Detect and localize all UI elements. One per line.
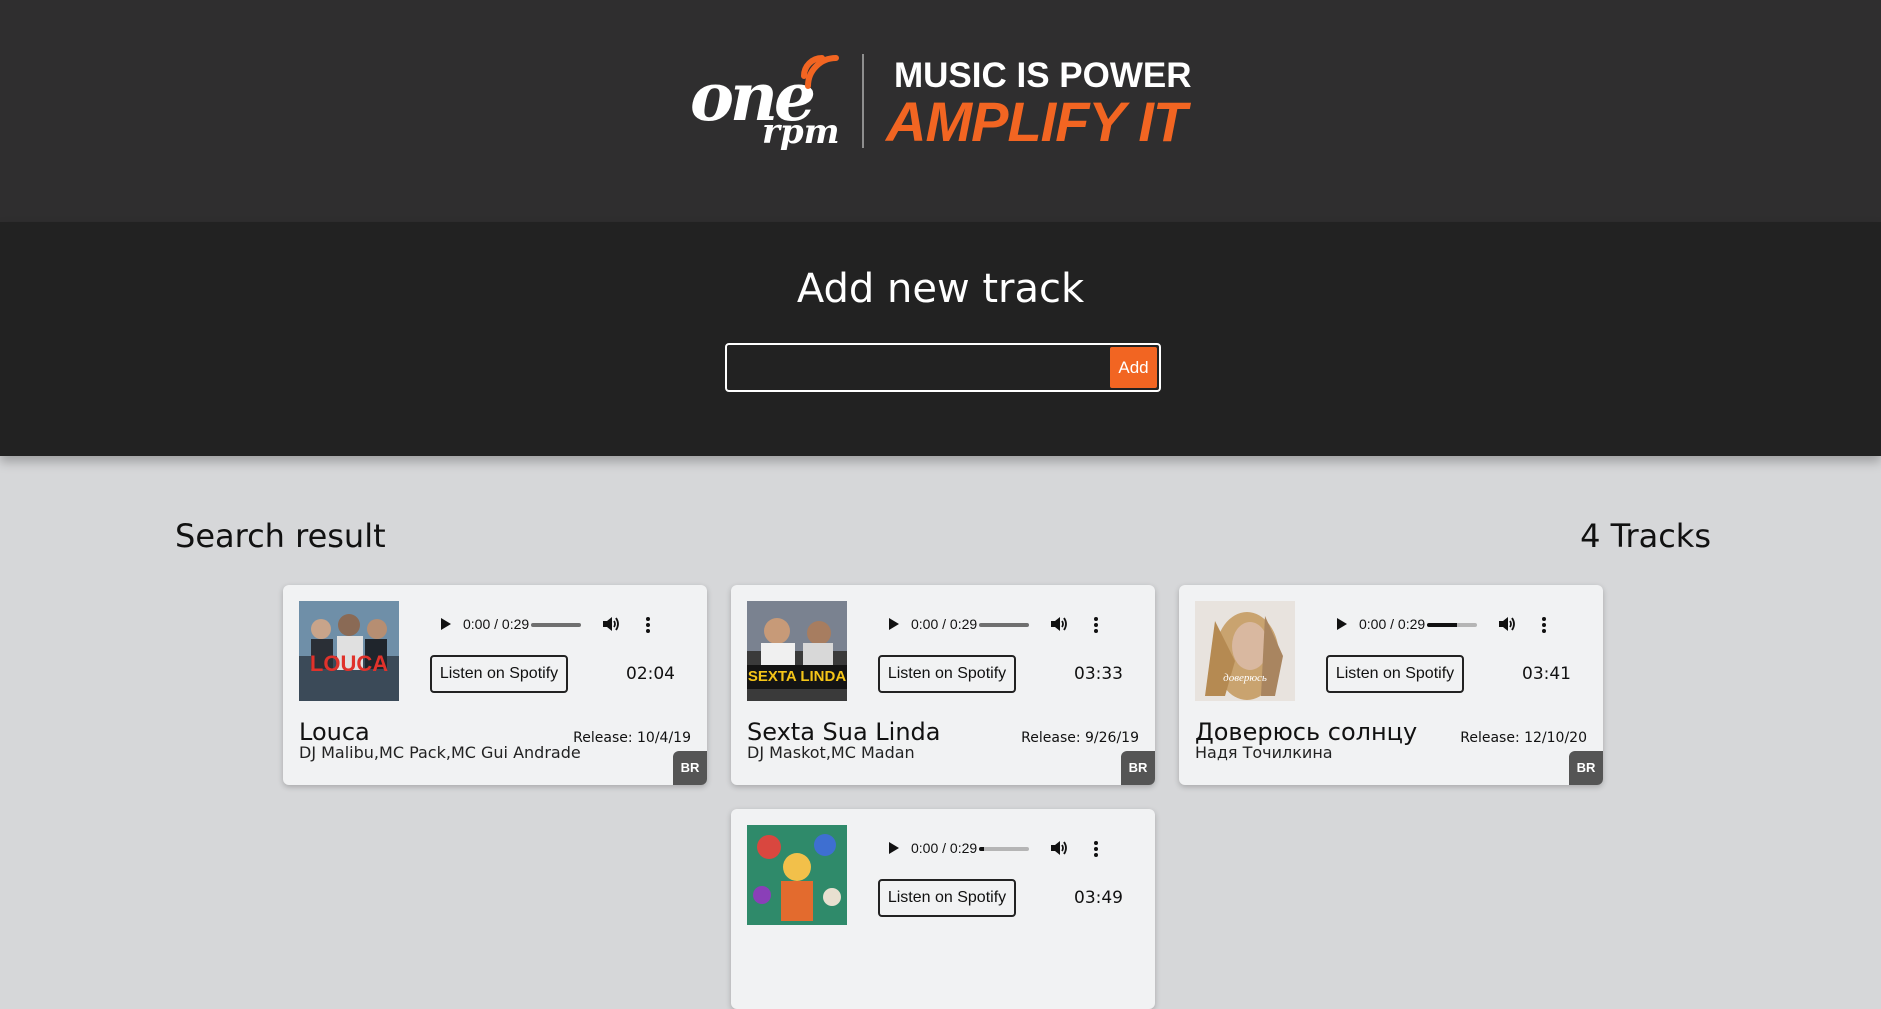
track-title: Louca <box>299 718 370 746</box>
results-count: 4 Tracks <box>1580 517 1711 555</box>
player-time: 0:00 / 0:29 <box>911 616 978 632</box>
track-release-date: Release: 12/10/20 <box>1460 730 1587 746</box>
track-artists: DJ Maskot,MC Madan <box>747 743 915 762</box>
add-track-section: Add new track Add <box>0 222 1881 456</box>
volume-slider-fill <box>1427 623 1457 627</box>
track-title: Доверюсь солнцу <box>1195 718 1418 746</box>
listen-on-spotify-button[interactable]: Listen on Spotify <box>430 655 568 693</box>
volume-slider[interactable] <box>1427 623 1477 627</box>
volume-icon[interactable] <box>1049 614 1069 634</box>
results-title: Search result <box>175 517 386 555</box>
volume-slider[interactable] <box>979 623 1029 627</box>
play-icon[interactable] <box>889 842 899 854</box>
track-title: Sexta Sua Linda <box>747 718 941 746</box>
track-duration: 03:41 <box>1522 664 1571 684</box>
more-options-icon[interactable] <box>1541 616 1547 634</box>
more-options-icon[interactable] <box>1093 616 1099 634</box>
track-duration: 03:33 <box>1074 664 1123 684</box>
album-cover-image <box>747 825 847 925</box>
track-release-date: Release: 9/26/19 <box>1021 730 1139 746</box>
tagline-line2: AMPLIFY IT <box>886 90 1187 153</box>
track-duration: 03:49 <box>1074 888 1123 908</box>
album-cover-image: LOUCA <box>299 601 399 701</box>
track-card: LOUCA 0:00 / 0:29 Listen on Spotify 02:0… <box>283 585 707 785</box>
volume-icon[interactable] <box>1497 614 1517 634</box>
audio-player[interactable]: 0:00 / 0:29 <box>879 829 1119 867</box>
volume-icon[interactable] <box>601 614 621 634</box>
site-header: one rpm MUSIC IS POWER AMPLIFY IT <box>0 0 1881 222</box>
audio-player[interactable]: 0:00 / 0:29 <box>879 605 1119 643</box>
track-card: доверюсь 0:00 / 0:29 Listen on Spotify 0… <box>1179 585 1603 785</box>
album-cover-image: SEXTA LINDA <box>747 601 847 701</box>
play-icon[interactable] <box>441 618 451 630</box>
track-release-date: Release: 10/4/19 <box>573 730 691 746</box>
volume-slider[interactable] <box>531 623 581 627</box>
volume-slider-fill <box>979 847 984 851</box>
volume-icon[interactable] <box>1049 838 1069 858</box>
track-card: 0:00 / 0:29 Listen on Spotify 03:49 <box>731 809 1155 1009</box>
brand-sub: rpm <box>762 112 840 152</box>
svg-text:SEXTA LINDA: SEXTA LINDA <box>748 668 847 685</box>
volume-slider[interactable] <box>979 847 1029 851</box>
logo-divider <box>862 54 864 148</box>
track-artists: DJ Malibu,MC Pack,MC Gui Andrade <box>299 743 581 762</box>
more-options-icon[interactable] <box>1093 840 1099 858</box>
track-url-input[interactable] <box>727 345 1110 390</box>
play-icon[interactable] <box>889 618 899 630</box>
signal-icon <box>801 55 839 89</box>
track-duration: 02:04 <box>626 664 675 684</box>
track-card: SEXTA LINDA 0:00 / 0:29 Listen on Spotif… <box>731 585 1155 785</box>
more-options-icon[interactable] <box>645 616 651 634</box>
svg-text:LOUCA: LOUCA <box>310 651 388 676</box>
add-track-form: Add <box>725 343 1161 392</box>
listen-on-spotify-button[interactable]: Listen on Spotify <box>878 879 1016 917</box>
play-icon[interactable] <box>1337 618 1347 630</box>
player-time: 0:00 / 0:29 <box>463 616 530 632</box>
audio-player[interactable]: 0:00 / 0:29 <box>1327 605 1567 643</box>
album-cover-image: доверюсь <box>1195 601 1295 701</box>
brand-logo[interactable]: one rpm MUSIC IS POWER AMPLIFY IT <box>690 48 1200 164</box>
svg-text:доверюсь: доверюсь <box>1223 672 1267 684</box>
country-badge: BR <box>1569 751 1603 785</box>
listen-on-spotify-button[interactable]: Listen on Spotify <box>1326 655 1464 693</box>
country-badge: BR <box>673 751 707 785</box>
player-time: 0:00 / 0:29 <box>1359 616 1426 632</box>
country-badge: BR <box>1121 751 1155 785</box>
add-button[interactable]: Add <box>1110 347 1157 388</box>
player-time: 0:00 / 0:29 <box>911 840 978 856</box>
listen-on-spotify-button[interactable]: Listen on Spotify <box>878 655 1016 693</box>
add-track-title: Add new track <box>796 266 1085 312</box>
audio-player[interactable]: 0:00 / 0:29 <box>431 605 671 643</box>
track-artists: Надя Точилкина <box>1195 743 1333 762</box>
